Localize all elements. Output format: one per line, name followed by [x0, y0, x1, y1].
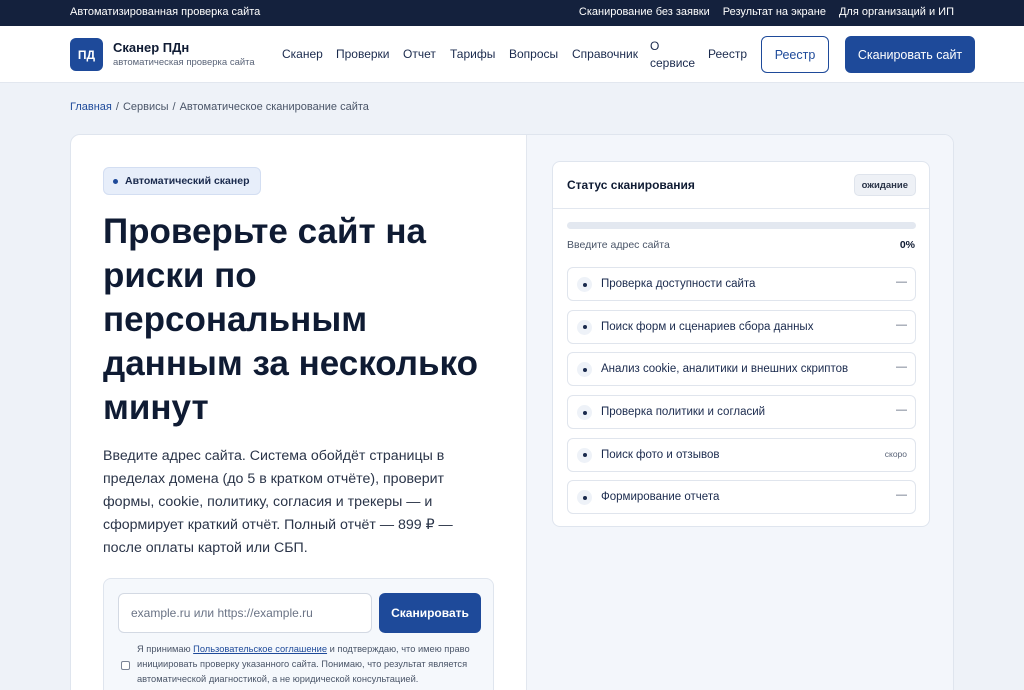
top-bar-links: Сканирование без заявки Результат на экр…	[579, 6, 954, 18]
top-bar: Автоматизированная проверка сайта Сканир…	[0, 0, 1024, 26]
step-availability: Проверка доступности сайта —	[567, 267, 916, 301]
nav-item-faq[interactable]: Вопросы	[509, 47, 558, 61]
scan-site-button[interactable]: Сканировать сайт	[845, 36, 975, 73]
progress-percent: 0%	[899, 239, 915, 251]
step-policy: Проверка политики и согласий —	[567, 395, 916, 430]
breadcrumb-home[interactable]: Главная	[70, 101, 112, 113]
consent-text-before: Я принимаю	[137, 644, 194, 654]
nav-item-reference[interactable]: Справочник	[572, 47, 638, 61]
step-bullet-icon	[577, 319, 592, 335]
step-label: Проверка доступности сайта	[601, 278, 756, 290]
breadcrumb-services[interactable]: Сервисы	[123, 101, 169, 113]
top-link-no-request[interactable]: Сканирование без заявки	[579, 6, 710, 18]
step-bullet-icon	[577, 405, 592, 421]
nav-item-report[interactable]: Отчет	[403, 47, 436, 61]
step-state: —	[896, 404, 907, 417]
top-bar-tagline: Автоматизированная проверка сайта	[70, 6, 261, 18]
breadcrumb-separator: /	[172, 101, 176, 113]
step-label: Формирование отчета	[601, 491, 720, 504]
logo-badge[interactable]: ПД	[70, 38, 103, 71]
scanner-pill: Автоматический сканер	[103, 167, 261, 195]
page-title: Проверьте сайт на риски по персональным …	[103, 212, 478, 427]
scan-button[interactable]: Сканировать	[379, 593, 481, 633]
step-bullet-icon	[577, 490, 592, 506]
step-label: Поиск фото и отзывов	[601, 448, 720, 461]
status-title: Статус сканирования	[567, 178, 695, 192]
scan-steps: Проверка доступности сайта — Поиск форм …	[567, 267, 916, 523]
top-link-organizations[interactable]: Для организаций и ИП	[839, 6, 954, 18]
nav-item-scanner[interactable]: Сканер	[282, 47, 323, 61]
scan-form: Сканировать Я принимаю Пользовательское …	[103, 578, 494, 690]
scan-status-panel: Статус сканирования ожидание Введите адр…	[552, 161, 930, 527]
status-badge: ожидание	[853, 174, 916, 196]
status-column: Статус сканирования ожидание Введите адр…	[526, 135, 953, 690]
top-link-result-on-screen[interactable]: Результат на экране	[723, 6, 826, 18]
step-label: Проверка политики и согласий	[601, 406, 766, 419]
nav-item-registry[interactable]: Реестр	[708, 47, 747, 61]
step-state: —	[896, 318, 907, 331]
nav-item-about-line1[interactable]: О	[650, 39, 659, 53]
step-state: —	[896, 276, 907, 288]
url-input[interactable]	[118, 593, 372, 633]
breadcrumb: Главная / Сервисы / Автоматическое сканирова…	[70, 101, 369, 113]
site-header: ПД Сканер ПДн автоматическая проверка са…	[0, 26, 1024, 83]
step-photos-reviews: Поиск фото и отзывов скоро	[567, 437, 916, 472]
brand-name[interactable]: Сканер ПДн	[113, 40, 189, 55]
step-state: —	[896, 361, 907, 374]
registry-button[interactable]: Реестр	[761, 36, 829, 73]
progress-bar	[567, 222, 916, 229]
step-state: —	[896, 489, 907, 502]
breadcrumb-current: Автоматическое сканирование сайта	[179, 101, 369, 113]
user-agreement-link[interactable]: Пользовательское соглашение	[193, 644, 327, 654]
nav-item-checks[interactable]: Проверки	[336, 47, 390, 61]
step-cookies: Анализ cookie, аналитики и внешних скрип…	[567, 352, 916, 387]
step-label: Поиск форм и сценариев сбора данных	[601, 320, 814, 333]
step-label: Анализ cookie, аналитики и внешних скрип…	[601, 363, 849, 376]
pill-label: Автоматический сканер	[125, 175, 250, 187]
breadcrumb-separator: /	[115, 101, 119, 113]
brand-subtitle: автоматическая проверка сайта	[113, 57, 255, 68]
nav-item-about-line2[interactable]: сервисе	[650, 56, 695, 70]
scanner-card: Автоматический сканер Проверьте сайт на …	[70, 134, 954, 690]
consent-checkbox[interactable]	[121, 661, 130, 670]
step-bullet-icon	[577, 447, 592, 463]
step-bullet-icon	[577, 362, 592, 378]
hero-column: Автоматический сканер Проверьте сайт на …	[71, 135, 526, 690]
step-report: Формирование отчета —	[567, 480, 916, 515]
consent-text: Я принимаю Пользовательское соглашение и…	[137, 642, 482, 687]
step-forms: Поиск форм и сценариев сбора данных —	[567, 309, 916, 344]
step-bullet-icon	[577, 277, 592, 292]
progress-label: Введите адрес сайта	[567, 239, 670, 251]
status-header: Статус сканирования ожидание	[553, 162, 929, 209]
hero-description: Введите адрес сайта. Система обойдёт стр…	[103, 448, 453, 556]
pill-dot-icon	[113, 178, 118, 184]
step-state-soon-badge: скоро	[884, 448, 907, 459]
nav-item-pricing[interactable]: Тарифы	[450, 47, 495, 61]
